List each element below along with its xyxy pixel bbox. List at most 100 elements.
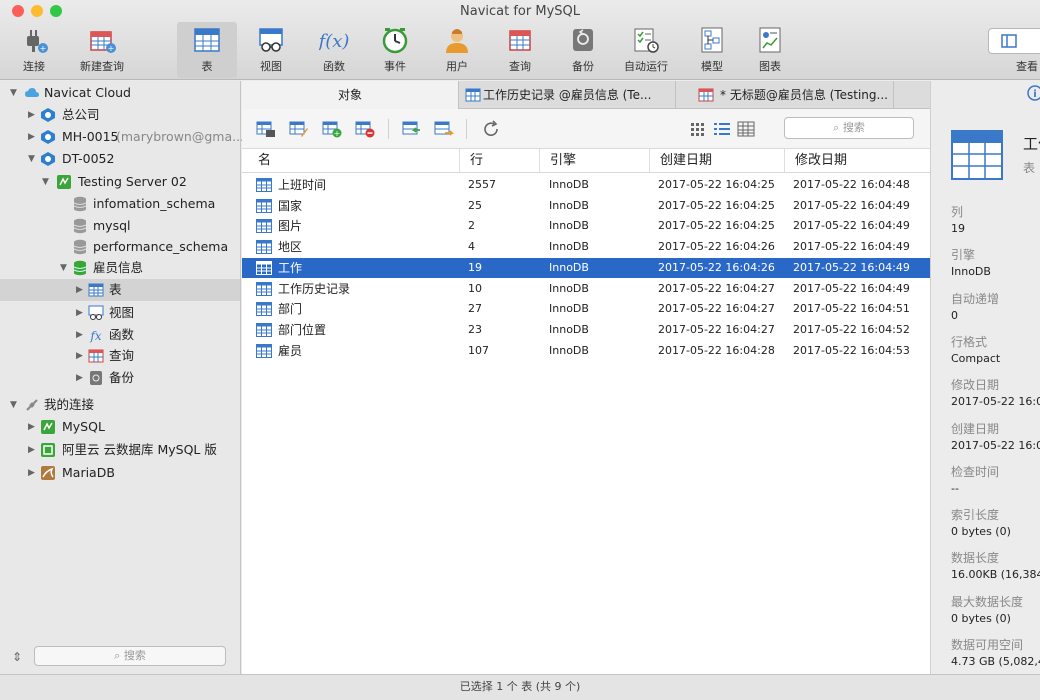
tree-navicat-cloud[interactable]: ▼ Navicat Cloud xyxy=(0,82,240,104)
expanded-arrow-icon[interactable]: ▼ xyxy=(28,148,38,170)
collapsed-arrow-icon[interactable]: ▶ xyxy=(28,126,38,148)
table-row[interactable]: 部门位置 23 InnoDB 2017-05-22 16:04:27 2017-05-2… xyxy=(242,320,930,341)
cell-name: 国家 xyxy=(278,198,303,213)
table-row[interactable]: 地区 4 InnoDB 2017-05-22 16:04:26 2017-05-22 1… xyxy=(242,237,930,258)
cell-engine: InnoDB xyxy=(549,322,589,336)
info-field-value: Compact xyxy=(951,351,1001,365)
backup-icon xyxy=(90,371,102,385)
icon-view-icon[interactable] xyxy=(688,120,708,138)
object-search-input[interactable]: ⌕ 搜索 xyxy=(784,117,914,139)
table-row[interactable]: 部门 27 InnoDB 2017-05-22 16:04:27 2017-05-22 … xyxy=(242,299,930,320)
collapsed-arrow-icon[interactable]: ▶ xyxy=(28,439,38,461)
tree-backups[interactable]: ▶ 备份 xyxy=(0,367,240,389)
user-icon xyxy=(446,29,468,53)
user-button[interactable]: 用户 xyxy=(427,22,487,78)
column-header-modified[interactable]: 修改日期 xyxy=(785,149,930,173)
collapsed-arrow-icon[interactable]: ▶ xyxy=(76,324,86,346)
new-query-button[interactable]: + 新建查询 xyxy=(72,22,132,78)
tree-label: 备份 xyxy=(109,370,135,385)
collapsed-arrow-icon[interactable]: ▶ xyxy=(76,302,86,324)
expanded-arrow-icon[interactable]: ▼ xyxy=(42,171,52,193)
toolbar: Navicat for MySQL + 连接 + 新建查询 表 视图 f(x) … xyxy=(0,0,1040,80)
import-icon[interactable] xyxy=(402,120,422,138)
tree-label: mysql xyxy=(93,218,131,233)
column-header-engine[interactable]: 引擎 xyxy=(540,149,650,173)
tree-head-office[interactable]: ▶ 总公司 xyxy=(0,104,240,126)
tree-testing-server[interactable]: ▼ Testing Server 02 xyxy=(0,171,240,193)
design-table-icon[interactable] xyxy=(289,120,309,138)
cell-name: 地区 xyxy=(278,240,303,255)
refresh-icon[interactable] xyxy=(482,120,502,138)
detail-view-icon[interactable] xyxy=(736,120,756,138)
tree-db-information-schema[interactable]: infomation_schema xyxy=(0,193,240,215)
expanded-arrow-icon[interactable]: ▼ xyxy=(10,82,20,104)
tree-db-mysql[interactable]: mysql xyxy=(0,215,240,237)
view-button[interactable]: 视图 xyxy=(241,22,301,78)
export-icon[interactable] xyxy=(434,120,454,138)
info-field-label: 数据长度 xyxy=(951,551,1000,566)
tree-mh-0015[interactable]: ▶ MH-0015 (marybrown@gma... xyxy=(0,126,244,148)
model-button[interactable]: 模型 xyxy=(682,22,742,78)
cell-modified: 2017-05-22 16:04:49 xyxy=(793,198,910,212)
table-row[interactable]: 国家 25 InnoDB 2017-05-22 16:04:25 2017-05-22 … xyxy=(242,196,930,217)
tab-work-history[interactable]: 工作历史记录 @雇员信息 (Te... xyxy=(459,81,676,109)
backup-button[interactable]: 备份 xyxy=(553,22,613,78)
cell-modified: 2017-05-22 16:04:49 xyxy=(793,219,910,233)
info-field-label: 引擎 xyxy=(951,248,976,263)
collapsed-arrow-icon[interactable]: ▶ xyxy=(28,462,38,484)
tree-queries[interactable]: ▶ 查询 xyxy=(0,345,240,367)
tab-bar: 对象 工作历史记录 @雇员信息 (Te... * 无标题@雇员信息 (Testi… xyxy=(242,81,930,109)
list-view-icon[interactable] xyxy=(712,120,732,138)
database-open-icon xyxy=(73,260,87,276)
mariadb-connection-icon xyxy=(41,466,55,480)
connect-button[interactable]: + 连接 xyxy=(4,22,64,78)
tree-label: MariaDB xyxy=(62,465,115,480)
tree-my-connections[interactable]: ▼ 我的连接 xyxy=(0,394,240,416)
sort-toggle-icon[interactable]: ⇕ xyxy=(12,650,22,664)
automation-label: 自动运行 xyxy=(624,60,668,73)
table-row[interactable]: 图片 2 InnoDB 2017-05-22 16:04:25 2017-05-22 1… xyxy=(242,216,930,237)
new-table-icon[interactable]: + xyxy=(322,120,342,138)
tree-db-performance-schema[interactable]: performance_schema xyxy=(0,236,240,258)
collapsed-arrow-icon[interactable]: ▶ xyxy=(28,104,38,126)
sidebar-search-input[interactable]: ⌕ 搜索 xyxy=(34,646,226,666)
automation-button[interactable]: 自动运行 xyxy=(616,22,676,78)
expanded-arrow-icon[interactable]: ▼ xyxy=(60,257,70,279)
table-row[interactable]: 雇员 107 InnoDB 2017-05-22 16:04:28 2017-05-22… xyxy=(242,341,930,362)
query-button[interactable]: 查询 xyxy=(490,22,550,78)
collapsed-arrow-icon[interactable]: ▶ xyxy=(76,367,86,389)
view-mode-segmented-control[interactable] xyxy=(988,28,1040,54)
tree-aliyun-connection[interactable]: ▶ 阿里云 云数据库 MySQL 版 xyxy=(0,439,240,461)
tree-db-employee-info[interactable]: ▼ 雇员信息 xyxy=(0,257,240,279)
tree-mariadb-connection[interactable]: ▶ MariaDB xyxy=(0,462,240,484)
query-icon xyxy=(698,88,714,102)
connections-icon xyxy=(26,399,38,411)
open-table-icon[interactable] xyxy=(256,120,276,138)
column-header-rows[interactable]: 行 xyxy=(460,149,540,173)
table-button[interactable]: 表 xyxy=(177,22,237,78)
info-field-label: 检查时间 xyxy=(951,464,1000,479)
tree-dt-0052[interactable]: ▼ DT-0052 xyxy=(0,148,240,170)
collapsed-arrow-icon[interactable]: ▶ xyxy=(76,345,86,367)
delete-table-icon[interactable] xyxy=(355,120,375,138)
event-button[interactable]: 事件 xyxy=(365,22,425,78)
tree-mysql-connection[interactable]: ▶ MySQL xyxy=(0,416,240,438)
expanded-arrow-icon[interactable]: ▼ xyxy=(10,394,20,416)
cell-created: 2017-05-22 16:04:25 xyxy=(658,198,775,212)
tab-objects[interactable]: 对象 xyxy=(242,81,459,109)
collapsed-arrow-icon[interactable]: ▶ xyxy=(76,279,86,301)
tree-tables[interactable]: ▶ 表 xyxy=(0,279,240,301)
tab-untitled-query[interactable]: * 无标题@雇员信息 (Testing... xyxy=(676,81,894,109)
table-row[interactable]: 工作 19 InnoDB 2017-05-22 16:04:26 2017-05-22 … xyxy=(242,257,930,279)
column-header-created[interactable]: 创建日期 xyxy=(650,149,785,173)
info-icon[interactable]: i xyxy=(1027,85,1040,101)
tree-views[interactable]: ▶ 视图 xyxy=(0,302,240,324)
sidebar-toggle-icon xyxy=(1001,34,1017,48)
column-header-name[interactable]: 名 xyxy=(242,149,460,173)
table-row[interactable]: 上班时间 2557 InnoDB 2017-05-22 16:04:25 2017-05… xyxy=(242,175,930,196)
function-button[interactable]: f(x) 函数 xyxy=(304,22,364,78)
chart-button[interactable]: 图表 xyxy=(740,22,800,78)
table-row[interactable]: 工作历史记录 10 InnoDB 2017-05-22 16:04:27 2017-05… xyxy=(242,279,930,300)
tree-functions[interactable]: ▶ fx 函数 xyxy=(0,324,240,346)
collapsed-arrow-icon[interactable]: ▶ xyxy=(28,416,38,438)
